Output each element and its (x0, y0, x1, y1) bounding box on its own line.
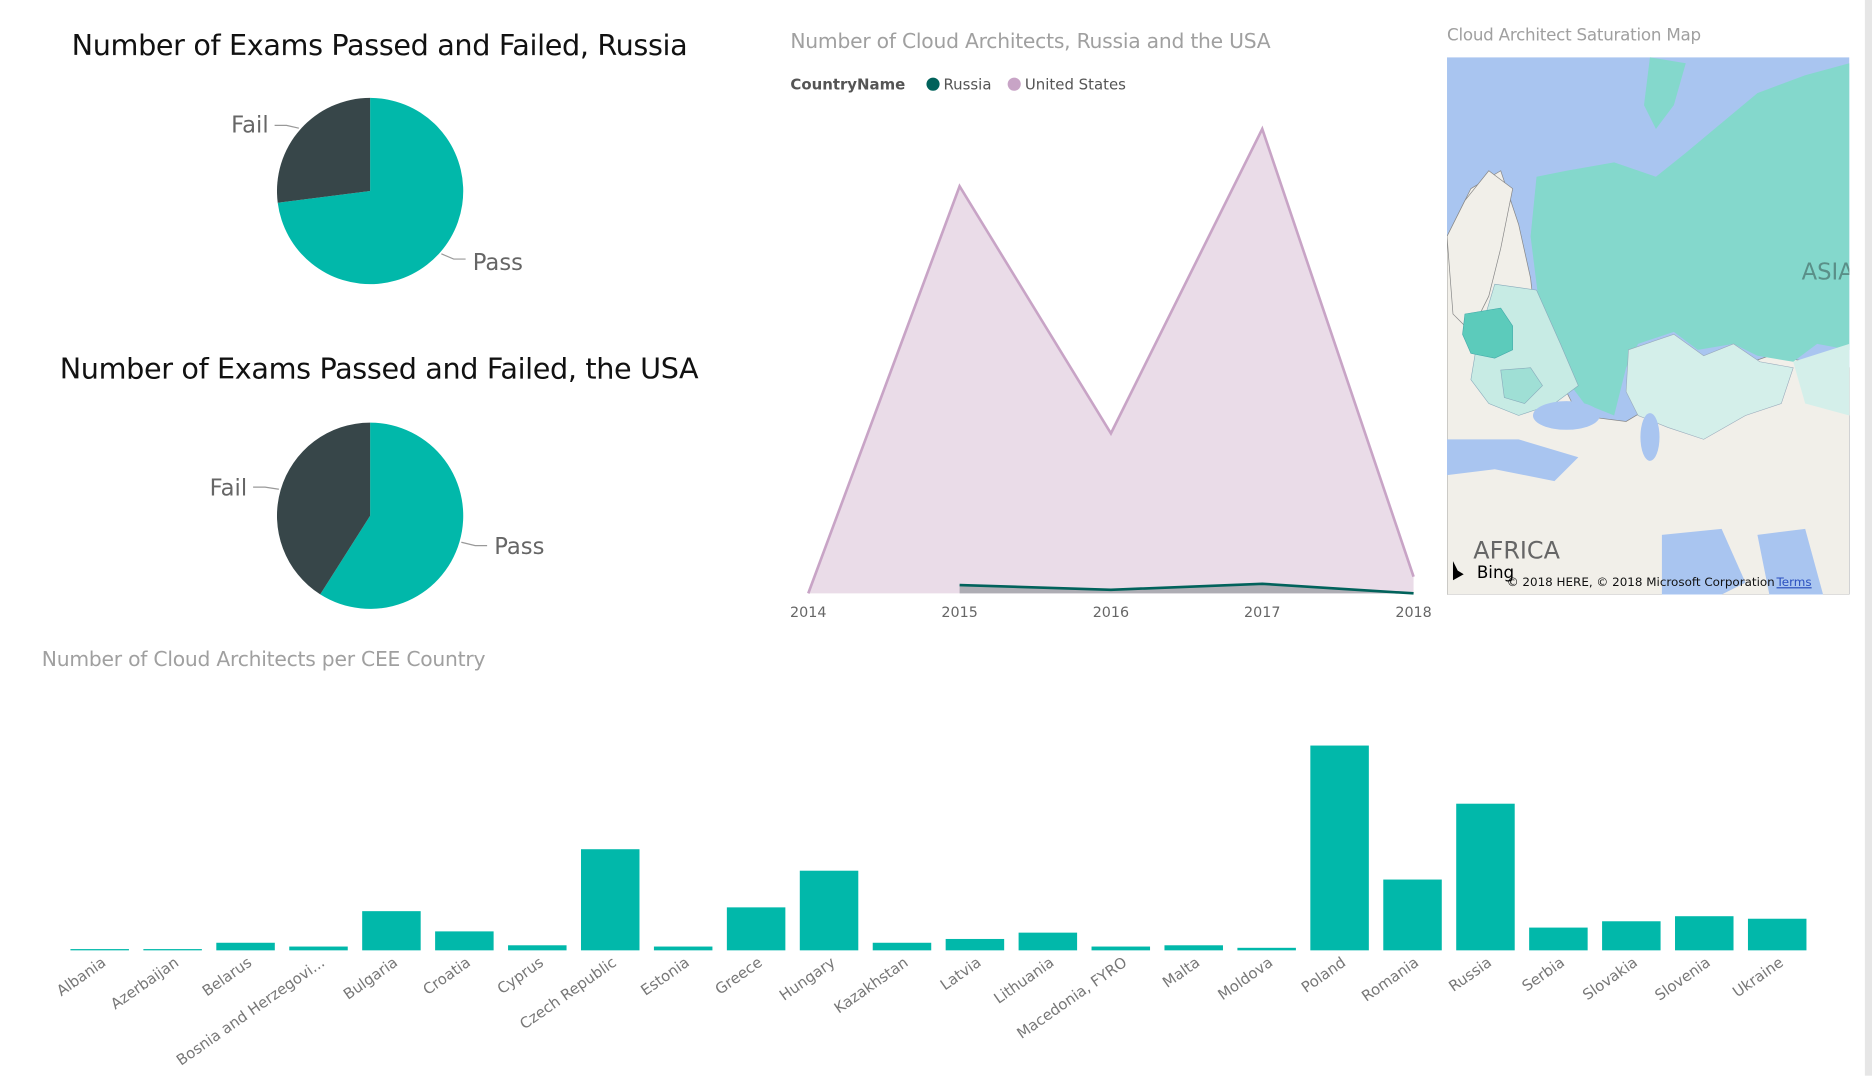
bar-latvia[interactable] (945, 938, 1005, 951)
dashboard: Number of Exams Passed and Failed, Russi… (0, 0, 1872, 1076)
x-tick-label: Croatia (420, 953, 474, 998)
bar-estonia[interactable] (653, 946, 713, 951)
bar-slovenia[interactable] (1675, 916, 1734, 951)
x-tick-label: Estonia (637, 953, 692, 999)
legend-us-label: United States (1024, 75, 1126, 94)
pie-leader-line (274, 124, 299, 129)
bar-slovakia[interactable] (1602, 921, 1661, 951)
pie-leader-line (441, 253, 466, 260)
x-tick-label: Serbia (1519, 953, 1568, 995)
bar-chart-title: Number of Cloud Architects per CEE Count… (41, 648, 486, 673)
legend-russia-label: Russia (943, 75, 992, 94)
pie-usa: Pass Fail (210, 422, 544, 609)
x-tick-label: Malta (1159, 953, 1203, 991)
area-legend: CountryName Russia United States (790, 75, 1126, 93)
x-tick-label: 2014 (790, 605, 826, 621)
x-tick-label: Russia (1445, 953, 1495, 995)
bar-poland[interactable] (1310, 745, 1369, 951)
pie-label-fail: Fail (210, 475, 247, 501)
map-label-africa: AFRICA (1473, 537, 1560, 565)
bar-greece[interactable] (726, 907, 786, 951)
pie-russia-title: Number of Exams Passed and Failed, Russi… (71, 28, 688, 63)
bar-serbia[interactable] (1529, 927, 1588, 951)
x-tick-label: 2016 (1093, 605, 1129, 621)
map-label-asia: ASIA (1802, 259, 1850, 285)
bar-azerbaijan[interactable] (143, 949, 202, 951)
legend-us-dot-icon (1008, 77, 1022, 91)
x-tick-label: Slovakia (1579, 953, 1641, 1004)
pie-usa-title: Number of Exams Passed and Failed, the U… (59, 352, 699, 386)
map-caspian-sea (1640, 413, 1660, 461)
scrollbar[interactable] (1864, 0, 1872, 1076)
map-copyright: © 2018 HERE, © 2018 Microsoft Corporatio… (1507, 575, 1775, 589)
x-tick-label: Greece (712, 953, 766, 998)
bar-chart: AlbaniaAzerbaijan BelarusBosnia and Herze… (53, 745, 1807, 1069)
bar-lithuania[interactable] (1018, 932, 1078, 951)
legend-item-russia[interactable]: Russia (926, 75, 992, 94)
bar-cyprus[interactable] (508, 945, 567, 951)
x-tick-label: Albania (53, 953, 109, 1000)
pie-leader-line (253, 486, 279, 490)
map[interactable]: ASIA AFRICA Bing © 2018 HERE, © 2018 Mic… (1447, 57, 1850, 595)
x-tick-label: Ukraine (1729, 953, 1786, 1001)
x-tick-label: Cyprus (494, 953, 547, 998)
bar-belarus[interactable] (216, 942, 275, 951)
bar-ukraine[interactable] (1747, 918, 1807, 951)
bar-bulgaria[interactable] (362, 911, 421, 951)
x-tick-label: Belarus (199, 953, 255, 1000)
bar-hungary[interactable] (799, 870, 859, 951)
legend-title: CountryName (790, 75, 906, 94)
x-tick-label: 2018 (1395, 605, 1431, 621)
x-tick-label: Slovenia (1651, 953, 1713, 1004)
series-united-states-area (808, 128, 1414, 594)
bar-russia[interactable] (1456, 803, 1515, 951)
x-tick-label: Latvia (937, 953, 985, 994)
bar-romania[interactable] (1383, 879, 1442, 951)
bar-moldova[interactable] (1237, 947, 1296, 951)
x-tick-label: 2017 (1244, 605, 1280, 621)
map-title: Cloud Architect Saturation Map (1447, 26, 1701, 46)
x-tick-label: Lithuania (990, 953, 1057, 1007)
x-tick-label: Hungary (776, 953, 839, 1004)
bar-croatia[interactable] (435, 931, 494, 951)
pie-russia: Pass Fail (231, 97, 523, 285)
x-tick-label: Poland (1298, 953, 1349, 996)
pie-leader-line (461, 541, 488, 547)
map-black-sea (1532, 401, 1600, 430)
x-tick-label: Kazakhstan (831, 953, 912, 1017)
bar-czech-republic[interactable] (580, 849, 640, 951)
pie-label-pass: Pass (494, 534, 544, 560)
bar-malta[interactable] (1164, 945, 1223, 951)
map-region-poland[interactable] (1462, 307, 1513, 359)
x-tick-label: Moldova (1214, 953, 1276, 1004)
bar-bosnia-and-herzegovi-[interactable] (289, 946, 348, 951)
area-chart-title: Number of Cloud Architects, Russia and t… (790, 29, 1271, 54)
x-tick-label: Bulgaria (340, 953, 401, 1003)
bar-kazakhstan[interactable] (872, 942, 932, 951)
legend-item-united-states[interactable]: United States (1008, 75, 1126, 93)
x-tick-label: Romania (1358, 953, 1422, 1005)
map-terms-link[interactable]: Terms (1776, 575, 1812, 589)
pie-slice-fail[interactable] (276, 97, 371, 203)
pie-label-fail: Fail (231, 113, 268, 139)
x-tick-label: Azerbaijan (107, 953, 182, 1013)
bar-albania[interactable] (70, 949, 129, 951)
area-chart: 2014 2015 2016 2017 2018 (790, 125, 1432, 621)
legend-russia-dot-icon (926, 77, 940, 91)
bar-macedonia-fyro[interactable] (1091, 946, 1151, 951)
pie-label-pass: Pass (473, 250, 523, 276)
x-tick-label: 2015 (941, 605, 977, 621)
